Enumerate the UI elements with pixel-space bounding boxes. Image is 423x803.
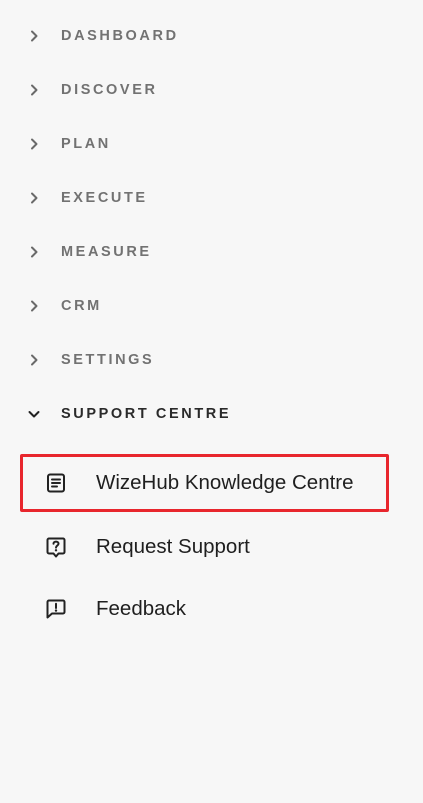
sidebar-item-label: Request Support	[96, 535, 250, 558]
chevron-right-icon	[26, 244, 42, 260]
nav-section-execute[interactable]: EXECUTE	[0, 178, 423, 218]
nav-section-label: DASHBOARD	[61, 28, 179, 44]
chevron-right-icon	[26, 352, 42, 368]
chevron-down-icon	[26, 406, 42, 422]
nav-section-plan[interactable]: PLAN	[0, 124, 423, 164]
nav-section-measure[interactable]: MEASURE	[0, 232, 423, 272]
nav-section-label: DISCOVER	[61, 82, 158, 98]
nav-section-label: EXECUTE	[61, 190, 148, 206]
nav-section-discover[interactable]: DISCOVER	[0, 70, 423, 110]
chevron-right-icon	[26, 136, 42, 152]
question-icon	[44, 535, 68, 559]
nav-section-label: PLAN	[61, 136, 111, 152]
nav-section-settings[interactable]: SETTINGS	[0, 340, 423, 380]
nav-section-crm[interactable]: CRM	[0, 286, 423, 326]
nav-section-dashboard[interactable]: DASHBOARD	[0, 16, 423, 56]
nav-section-label: CRM	[61, 298, 102, 314]
article-icon	[44, 471, 68, 495]
chevron-right-icon	[26, 298, 42, 314]
chevron-right-icon	[26, 190, 42, 206]
sidebar-item-knowledge-centre[interactable]: WizeHub Knowledge Centre	[20, 454, 389, 512]
sidebar-item-label: Feedback	[96, 597, 187, 620]
sidebar-item-feedback[interactable]: Feedback	[20, 580, 389, 638]
sidebar-item-request-support[interactable]: Request Support	[20, 518, 389, 576]
nav-section-support-centre[interactable]: SUPPORT CENTRE	[0, 394, 423, 434]
nav-section-label: MEASURE	[61, 244, 152, 260]
chevron-right-icon	[26, 82, 42, 98]
nav-section-label: SETTINGS	[61, 352, 155, 368]
chevron-right-icon	[26, 28, 42, 44]
nav-section-label: SUPPORT CENTRE	[61, 406, 232, 422]
feedback-icon	[44, 597, 68, 621]
sidebar-item-label: WizeHub Knowledge Centre	[96, 471, 354, 494]
